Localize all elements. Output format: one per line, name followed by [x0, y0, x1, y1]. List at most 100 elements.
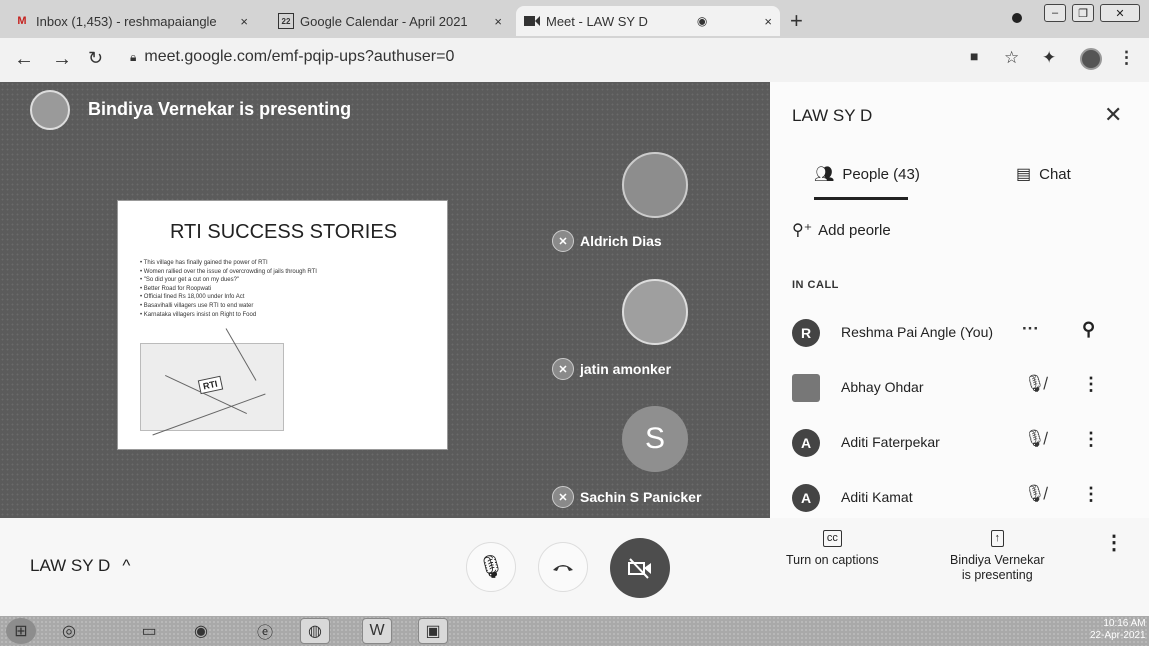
captions-button[interactable]: cc Turn on captions: [786, 530, 879, 568]
slide-bullet-list: This village has finally gained the powe…: [140, 259, 430, 319]
tab-label: Meet - LAW SY D: [546, 13, 648, 29]
gmail-icon: M: [17, 15, 27, 27]
close-tab-icon[interactable]: ×: [232, 14, 248, 29]
clock-time: 10:16 AM: [1103, 618, 1146, 629]
browser-tab-strip: M Inbox (1,453) - reshmapaiangle × 22 Go…: [0, 0, 1149, 38]
tab-gmail[interactable]: M Inbox (1,453) - reshmapaiangle ×: [6, 6, 256, 36]
tab-chat[interactable]: ▤ Chat: [1016, 164, 1071, 184]
clock-date: 22-Apr-2021: [1090, 630, 1146, 641]
recording-indicator-icon: ◉: [696, 14, 708, 28]
chrome-icon[interactable]: ◍: [300, 618, 330, 644]
camera-blocked-icon[interactable]: ■: [970, 48, 978, 64]
tab-people-label: People (43): [842, 165, 920, 183]
close-panel-icon[interactable]: ✕: [1104, 102, 1122, 128]
meeting-control-bar: LAW SY D ^ 🎙︎: [0, 518, 770, 616]
camera-off-button[interactable]: [610, 538, 670, 598]
slide-bullet: Basavihalli villagers use RTI to end wat…: [140, 302, 430, 311]
start-button[interactable]: ⊞: [6, 618, 36, 644]
more-options-icon[interactable]: ⋮: [1082, 484, 1100, 505]
close-window-icon[interactable]: ✕: [1100, 4, 1140, 22]
add-people-label: Add peorle: [818, 221, 891, 239]
in-call-section-label: IN CALL: [792, 279, 839, 291]
back-arrow-icon[interactable]: ←: [14, 48, 34, 71]
presentation-stage: Bindiya Vernekar is presenting RTI SUCCE…: [0, 82, 770, 518]
participant-avatar: [792, 374, 820, 402]
participant-row[interactable]: Abhay Ohdar 🎙︎̸ ⋮: [770, 364, 1149, 414]
restore-icon[interactable]: ❐: [1072, 4, 1094, 22]
tab-chat-label: Chat: [1039, 165, 1071, 183]
participant-avatar: R: [792, 319, 820, 347]
mic-off-icon: 🎙︎̸: [1024, 374, 1046, 393]
tab-people[interactable]: 👥︎ People (43): [814, 164, 920, 184]
participant-avatar: S: [622, 406, 688, 472]
internet-explorer-icon[interactable]: ⓔ: [250, 618, 280, 644]
presenting-label-line2: is presenting: [961, 568, 1033, 582]
pin-icon[interactable]: ⚲: [1082, 319, 1095, 340]
minimize-icon[interactable]: –: [1044, 4, 1066, 22]
participant-tile-label: ✕ jatin amonker: [552, 358, 671, 380]
meet-icon: [524, 13, 540, 29]
extensions-icon[interactable]: ✦: [1042, 48, 1056, 68]
microphone-button[interactable]: 🎙︎: [466, 542, 516, 592]
leave-call-button[interactable]: [538, 542, 588, 592]
photos-icon[interactable]: ▣: [418, 618, 448, 644]
tab-calendar[interactable]: 22 Google Calendar - April 2021 ×: [270, 6, 510, 36]
mic-off-icon: ✕: [552, 358, 574, 380]
participant-row[interactable]: R Reshma Pai Angle (You) ··· ⚲: [770, 309, 1149, 359]
url-field[interactable]: 🔒︎ meet.google.com/emf-pqip-ups?authuser…: [130, 48, 454, 66]
close-tab-icon[interactable]: ×: [486, 14, 502, 29]
chat-icon: ▤: [1016, 166, 1032, 183]
chevron-up-icon: ^: [122, 556, 131, 575]
reload-icon[interactable]: ↻: [88, 48, 103, 69]
tab-label: Google Calendar - April 2021: [300, 13, 468, 29]
url-text: meet.google.com/emf-pqip-ups?authuser=0: [144, 48, 455, 65]
close-tab-icon[interactable]: ×: [756, 14, 772, 29]
participant-tile-label: ✕ Sachin S Panicker: [552, 486, 701, 508]
panel-footer: cc Turn on captions ↑ Bindiya Vernekar i…: [770, 518, 1149, 616]
profile-avatar[interactable]: [1080, 48, 1102, 70]
tab-meet[interactable]: Meet - LAW SY D ◉ ×: [516, 6, 780, 36]
more-options-icon[interactable]: ⋮: [1082, 374, 1100, 395]
captions-icon: cc: [822, 530, 842, 547]
media-player-icon[interactable]: ◎: [54, 618, 84, 644]
slide-bullet: "So did your get a cut on my dues?": [140, 276, 430, 285]
new-tab-button[interactable]: +: [790, 8, 803, 34]
file-explorer-icon[interactable]: ▭: [134, 618, 164, 644]
presenting-label-line1: Bindiya Vernekar: [950, 553, 1045, 567]
add-person-icon: ⚲⁺: [792, 222, 813, 239]
hang-up-icon: [553, 565, 573, 571]
more-options-icon[interactable]: ···: [1022, 319, 1039, 339]
system-clock[interactable]: 10:16 AM 22-Apr-2021: [1090, 618, 1146, 642]
participant-avatar: [622, 279, 688, 345]
captions-label: Turn on captions: [786, 553, 879, 567]
participant-name: Reshma Pai Angle (You): [841, 324, 994, 340]
more-options-icon[interactable]: ⋮: [1104, 533, 1124, 553]
browser-menu-icon[interactable]: ⋮: [1118, 48, 1135, 68]
participant-name: Sachin S Panicker: [580, 489, 702, 505]
participant-row[interactable]: A Aditi Kamat 🎙︎̸ ⋮: [770, 474, 1149, 518]
mic-off-icon: ✕: [552, 230, 574, 252]
participant-row[interactable]: A Aditi Faterpekar 🎙︎̸ ⋮: [770, 419, 1149, 469]
participant-name: Aditi Kamat: [841, 489, 913, 505]
lock-icon: 🔒︎: [130, 49, 137, 64]
bookmark-star-icon[interactable]: ☆: [1004, 48, 1019, 68]
people-icon: 👥︎: [814, 166, 835, 183]
address-bar-row: ← → ↻ 🔒︎ meet.google.com/emf-pqip-ups?au…: [0, 38, 1149, 82]
presenting-button[interactable]: ↑ Bindiya Vernekar is presenting: [950, 530, 1045, 583]
meeting-details-toggle[interactable]: LAW SY D ^: [30, 556, 130, 576]
illustration-caption: RTI: [197, 375, 223, 395]
slide-bullet: Women rallied over the issue of overcrow…: [140, 268, 430, 277]
media-app-icon[interactable]: ◉: [186, 618, 216, 644]
add-people-button[interactable]: ⚲⁺ Add peorle: [792, 220, 891, 240]
calendar-icon: 22: [278, 13, 294, 29]
participant-name: jatin amonker: [580, 361, 672, 377]
extension-icon[interactable]: [1012, 13, 1022, 23]
people-panel: LAW SY D ✕ 👥︎ People (43) ▤ Chat ⚲⁺ Add …: [770, 82, 1149, 616]
shared-slide: RTI SUCCESS STORIES This village has fin…: [117, 200, 448, 450]
present-screen-icon: ↑: [990, 530, 1004, 547]
word-icon[interactable]: W: [362, 618, 392, 644]
more-options-icon[interactable]: ⋮: [1082, 429, 1100, 450]
forward-arrow-icon[interactable]: →: [52, 48, 72, 71]
participant-avatar: [622, 152, 688, 218]
slide-bullet: Better Road for Roopwati: [140, 285, 430, 294]
